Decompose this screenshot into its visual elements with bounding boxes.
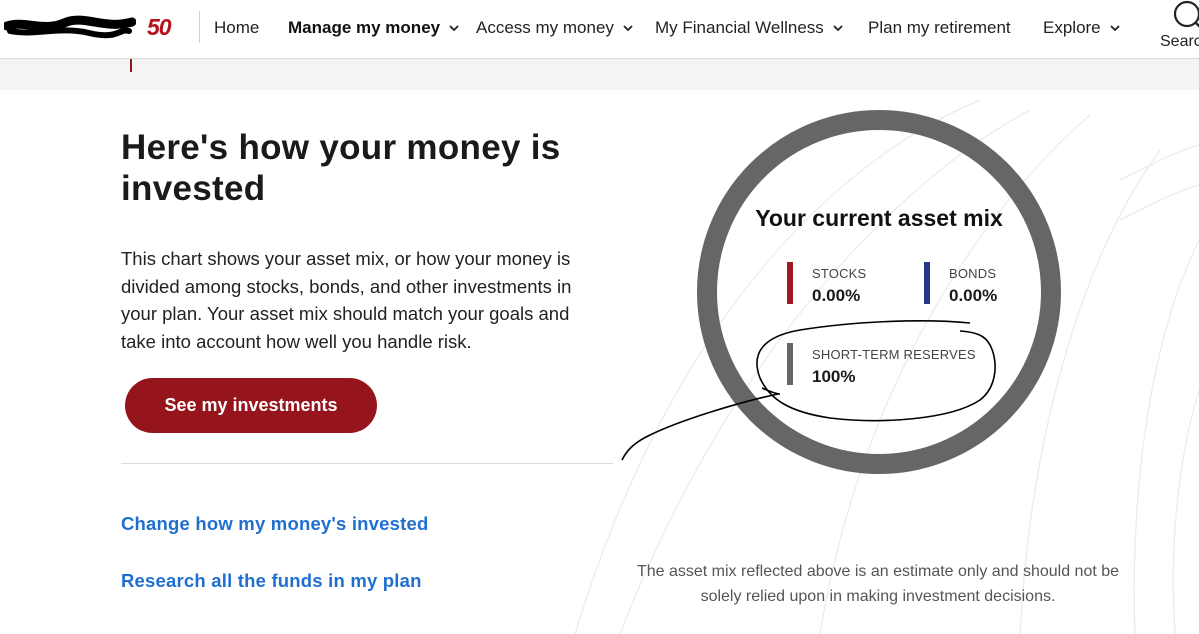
legend-stocks-swatch xyxy=(787,262,793,304)
nav-plan-my-retirement[interactable]: Plan my retirement xyxy=(868,18,1011,38)
nav-home-label: Home xyxy=(214,18,260,37)
search-button[interactable]: Searc xyxy=(1160,0,1199,58)
search-icon xyxy=(1173,0,1199,28)
legend-short-term-reserves-label: SHORT-TERM RESERVES xyxy=(812,347,976,362)
page-title: Here's how your money is invested xyxy=(121,128,561,208)
search-label: Searc xyxy=(1160,33,1199,50)
legend-short-term-reserves: SHORT-TERM RESERVES 100% xyxy=(787,343,987,389)
top-navigation: 50 Home Manage my money Access my money … xyxy=(0,0,1199,59)
subnav-indicator xyxy=(130,59,132,72)
nav-home[interactable]: Home xyxy=(214,18,259,38)
see-my-investments-button[interactable]: See my investments xyxy=(125,378,377,433)
sub-navigation-bar xyxy=(0,59,1199,90)
asset-mix-disclaimer: The asset mix reflected above is an esti… xyxy=(636,563,1120,605)
legend-short-term-reserves-swatch xyxy=(787,343,793,385)
nav-divider xyxy=(199,11,200,43)
nav-explore[interactable]: Explore xyxy=(1043,18,1121,38)
nav-plan-my-retirement-label: Plan my retirement xyxy=(868,18,1011,37)
redacted-logo[interactable] xyxy=(4,14,136,42)
nav-manage-my-money-label: Manage my money xyxy=(288,18,441,37)
nav-access-my-money-label: Access my money xyxy=(476,18,614,37)
legend-bonds-label: BONDS xyxy=(949,266,997,281)
chevron-down-icon xyxy=(1110,25,1120,32)
legend-bonds: BONDS 0.00% xyxy=(924,262,1044,308)
nav-explore-label: Explore xyxy=(1043,18,1101,37)
anniversary-badge: 50 xyxy=(147,13,187,41)
chevron-down-icon xyxy=(833,25,843,32)
intro-text: This chart shows your asset mix, or how … xyxy=(121,248,572,352)
divider xyxy=(121,463,613,464)
legend-stocks: STOCKS 0.00% xyxy=(787,262,907,308)
chevron-down-icon xyxy=(449,25,459,32)
legend-bonds-value: 0.00% xyxy=(949,286,998,305)
legend-stocks-value: 0.00% xyxy=(812,286,861,305)
legend-short-term-reserves-value: 100% xyxy=(812,367,856,386)
nav-my-financial-wellness[interactable]: My Financial Wellness xyxy=(655,18,844,38)
research-funds-link[interactable]: Research all the funds in my plan xyxy=(121,570,422,592)
anniversary-badge-text: 50 xyxy=(147,13,172,40)
legend-bonds-swatch xyxy=(924,262,930,304)
change-investments-link[interactable]: Change how my money's invested xyxy=(121,513,429,535)
nav-my-financial-wellness-label: My Financial Wellness xyxy=(655,18,824,37)
nav-manage-my-money[interactable]: Manage my money xyxy=(288,18,460,38)
nav-access-my-money[interactable]: Access my money xyxy=(476,18,634,38)
legend-stocks-label: STOCKS xyxy=(812,266,867,281)
asset-mix-title: Your current asset mix xyxy=(755,205,1003,231)
chevron-down-icon xyxy=(623,25,633,32)
